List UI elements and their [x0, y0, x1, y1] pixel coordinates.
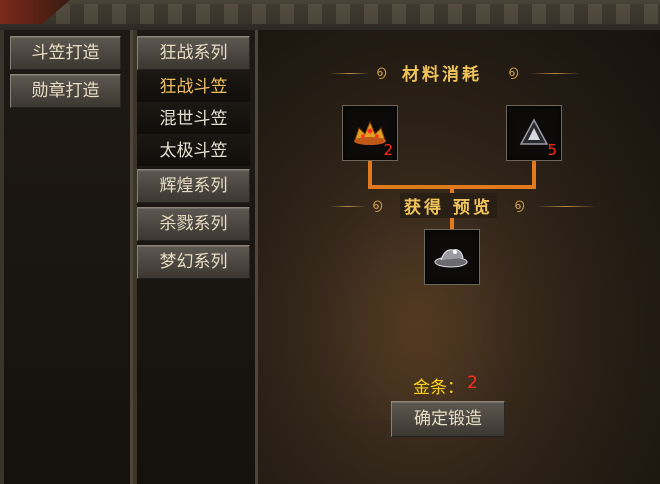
material-slot-gem[interactable]: 5: [506, 105, 562, 161]
material-slot-crown[interactable]: 2: [342, 105, 398, 161]
category-slaughter[interactable]: 杀戮系列: [137, 207, 250, 241]
materials-title: 材料消耗: [402, 65, 482, 85]
silver-hat-icon: [434, 249, 468, 268]
title-line-right: [536, 206, 596, 207]
top-border: [0, 0, 660, 32]
sub-item-berserk-hat[interactable]: 狂战斗笠: [137, 72, 250, 102]
category-glory[interactable]: 辉煌系列: [137, 169, 250, 203]
sub-item-chaos-hat[interactable]: 混世斗笠: [137, 104, 250, 134]
title-line-left: [330, 206, 366, 207]
gold-cost-label: 金条：: [413, 378, 464, 398]
gold-cost-value: 2: [467, 373, 478, 393]
category-dream[interactable]: 梦幻系列: [137, 245, 250, 279]
sub-item-taiji-hat[interactable]: 太极斗笠: [137, 136, 250, 166]
confirm-forge-button[interactable]: 确定锻造: [391, 401, 505, 437]
material-count: 2: [383, 141, 393, 159]
title-line-right: [530, 73, 580, 74]
result-preview-slot[interactable]: [424, 229, 480, 285]
swirl-ornament-icon: ൭: [372, 195, 383, 213]
category-berserk[interactable]: 狂战系列: [137, 36, 250, 70]
title-line-left: [330, 73, 370, 74]
preview-title: 获得 预览: [400, 193, 497, 218]
tab-hat-forge[interactable]: 斗笠打造: [10, 36, 121, 70]
tab-medal-forge[interactable]: 勋章打造: [10, 74, 121, 108]
material-count: 5: [547, 141, 557, 159]
swirl-ornament-icon: ൭: [514, 195, 525, 213]
swirl-ornament-icon: ൭: [508, 62, 519, 80]
forge-window: 斗笠打造 勋章打造 狂战系列 狂战斗笠 混世斗笠 太极斗笠 辉煌系列 杀戮系列 …: [0, 0, 660, 484]
swirl-ornament-icon: ൭: [376, 62, 387, 80]
